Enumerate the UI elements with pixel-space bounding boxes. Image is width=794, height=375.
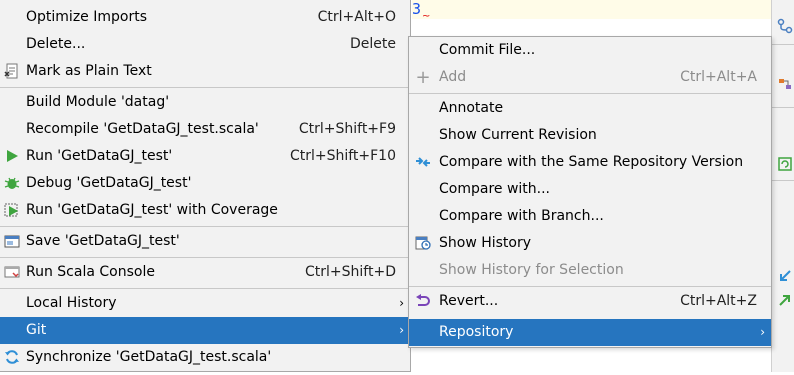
- menu-item-label: Synchronize 'GetDataGJ_test.scala': [26, 349, 272, 365]
- git-item-show-history[interactable]: Show History: [409, 230, 771, 257]
- menu-item-build-module[interactable]: Build Module 'datag': [0, 89, 410, 116]
- console-icon: [2, 259, 22, 290]
- add-icon: +: [415, 67, 431, 88]
- menu-item-label: Compare with the Same Repository Version: [439, 154, 744, 170]
- git-item-compare-same-version[interactable]: Compare with the Same Repository Version: [409, 149, 771, 176]
- menu-item-shortcut: Ctrl+Alt+A: [680, 69, 757, 85]
- strip-divider: [771, 107, 794, 108]
- menu-item-delete[interactable]: Delete... Delete: [0, 31, 410, 58]
- menu-item-label: Run 'GetDataGJ_test': [26, 148, 173, 164]
- submenu-arrow-icon: ›: [399, 323, 404, 337]
- menu-item-label: Build Module 'datag': [26, 94, 170, 110]
- mark-plain-text-icon: [2, 58, 22, 89]
- git-item-commit-file[interactable]: Commit File...: [409, 37, 771, 64]
- strip-divider: [771, 180, 794, 181]
- menu-item-label: Commit File...: [439, 42, 536, 58]
- menu-item-scala-console[interactable]: Run Scala Console Ctrl+Shift+D: [0, 259, 410, 286]
- menu-item-local-history[interactable]: Local History ›: [0, 290, 410, 317]
- vcs-log-icon[interactable]: [777, 18, 793, 37]
- menu-item-recompile[interactable]: Recompile 'GetDataGJ_test.scala' Ctrl+Sh…: [0, 116, 410, 143]
- git-item-annotate[interactable]: Annotate: [409, 95, 771, 122]
- push-icon[interactable]: [777, 292, 793, 311]
- menu-item-debug[interactable]: Debug 'GetDataGJ_test': [0, 170, 410, 197]
- menu-separator: [0, 257, 410, 258]
- menu-item-label: Delete...: [26, 36, 86, 52]
- menu-item-shortcut: Ctrl+Alt+Z: [680, 293, 757, 309]
- refresh-icon[interactable]: [777, 156, 793, 175]
- menu-separator: [0, 288, 410, 289]
- git-item-show-current-revision[interactable]: Show Current Revision: [409, 122, 771, 149]
- menu-item-shortcut: Ctrl+Shift+F9: [298, 121, 396, 137]
- submenu-arrow-icon: ›: [399, 296, 404, 310]
- git-item-repository[interactable]: Repository ›: [409, 319, 771, 346]
- menu-item-git[interactable]: Git ›: [0, 317, 410, 344]
- fetch-icon[interactable]: [777, 268, 793, 287]
- menu-item-label: Show History: [439, 235, 532, 251]
- git-item-revert[interactable]: Revert... Ctrl+Alt+Z: [409, 288, 771, 315]
- context-menu: Optimize Imports Ctrl+Alt+O Delete... De…: [0, 0, 411, 372]
- menu-item-label: Compare with Branch...: [439, 208, 604, 224]
- git-item-compare-with-branch[interactable]: Compare with Branch...: [409, 203, 771, 230]
- right-tool-strip: [771, 0, 794, 372]
- menu-item-label: Add: [439, 69, 467, 85]
- menu-item-run-coverage[interactable]: Run 'GetDataGJ_test' with Coverage: [0, 197, 410, 224]
- menu-item-synchronize[interactable]: Synchronize 'GetDataGJ_test.scala': [0, 344, 410, 371]
- sync-icon: [2, 344, 22, 375]
- structure-icon[interactable]: [777, 76, 793, 95]
- coverage-icon: [2, 197, 22, 228]
- menu-item-label: Git: [26, 322, 47, 338]
- menu-item-label: Debug 'GetDataGJ_test': [26, 175, 192, 191]
- menu-item-label: Revert...: [439, 293, 499, 309]
- menu-item-shortcut: Ctrl+Shift+D: [305, 264, 396, 280]
- menu-item-label: Run Scala Console: [26, 264, 155, 280]
- menu-item-label: Save 'GetDataGJ_test': [26, 233, 180, 249]
- revert-icon: [413, 288, 433, 319]
- editor-current-line: [412, 0, 780, 19]
- submenu-arrow-icon: ›: [760, 325, 765, 339]
- menu-item-label: Compare with...: [439, 181, 551, 197]
- menu-item-label: Show History for Selection: [439, 262, 624, 278]
- menu-item-mark-plain-text[interactable]: Mark as Plain Text: [0, 58, 410, 85]
- git-item-history-selection[interactable]: Show History for Selection: [409, 257, 771, 284]
- editor-line-text: 3: [412, 0, 422, 18]
- menu-item-optimize-imports[interactable]: Optimize Imports Ctrl+Alt+O: [0, 4, 410, 31]
- menu-item-label: Run 'GetDataGJ_test' with Coverage: [26, 202, 278, 218]
- menu-separator: [409, 286, 771, 287]
- git-item-compare-with[interactable]: Compare with...: [409, 176, 771, 203]
- menu-item-save-config[interactable]: Save 'GetDataGJ_test': [0, 228, 410, 255]
- menu-item-shortcut: Ctrl+Alt+O: [317, 9, 396, 25]
- menu-separator: [409, 93, 771, 94]
- git-submenu: Commit File... + Add Ctrl+Alt+A Annotate…: [408, 36, 772, 348]
- menu-item-label: Show Current Revision: [439, 127, 597, 143]
- strip-divider: [771, 44, 794, 45]
- menu-item-shortcut: Delete: [350, 36, 396, 52]
- menu-item-label: Recompile 'GetDataGJ_test.scala': [26, 121, 259, 137]
- menu-item-shortcut: Ctrl+Shift+F10: [289, 148, 396, 164]
- error-squiggle: ~: [422, 11, 431, 22]
- menu-item-label: Local History: [26, 295, 117, 311]
- save-config-icon: [2, 228, 22, 259]
- menu-item-label: Repository: [439, 324, 514, 340]
- menu-separator: [0, 87, 410, 88]
- menu-separator: [0, 226, 410, 227]
- git-item-add[interactable]: + Add Ctrl+Alt+A: [409, 64, 771, 91]
- menu-item-label: Optimize Imports: [26, 9, 147, 25]
- menu-item-run[interactable]: Run 'GetDataGJ_test' Ctrl+Shift+F10: [0, 143, 410, 170]
- menu-item-label: Mark as Plain Text: [26, 63, 152, 79]
- menu-item-label: Annotate: [439, 100, 504, 116]
